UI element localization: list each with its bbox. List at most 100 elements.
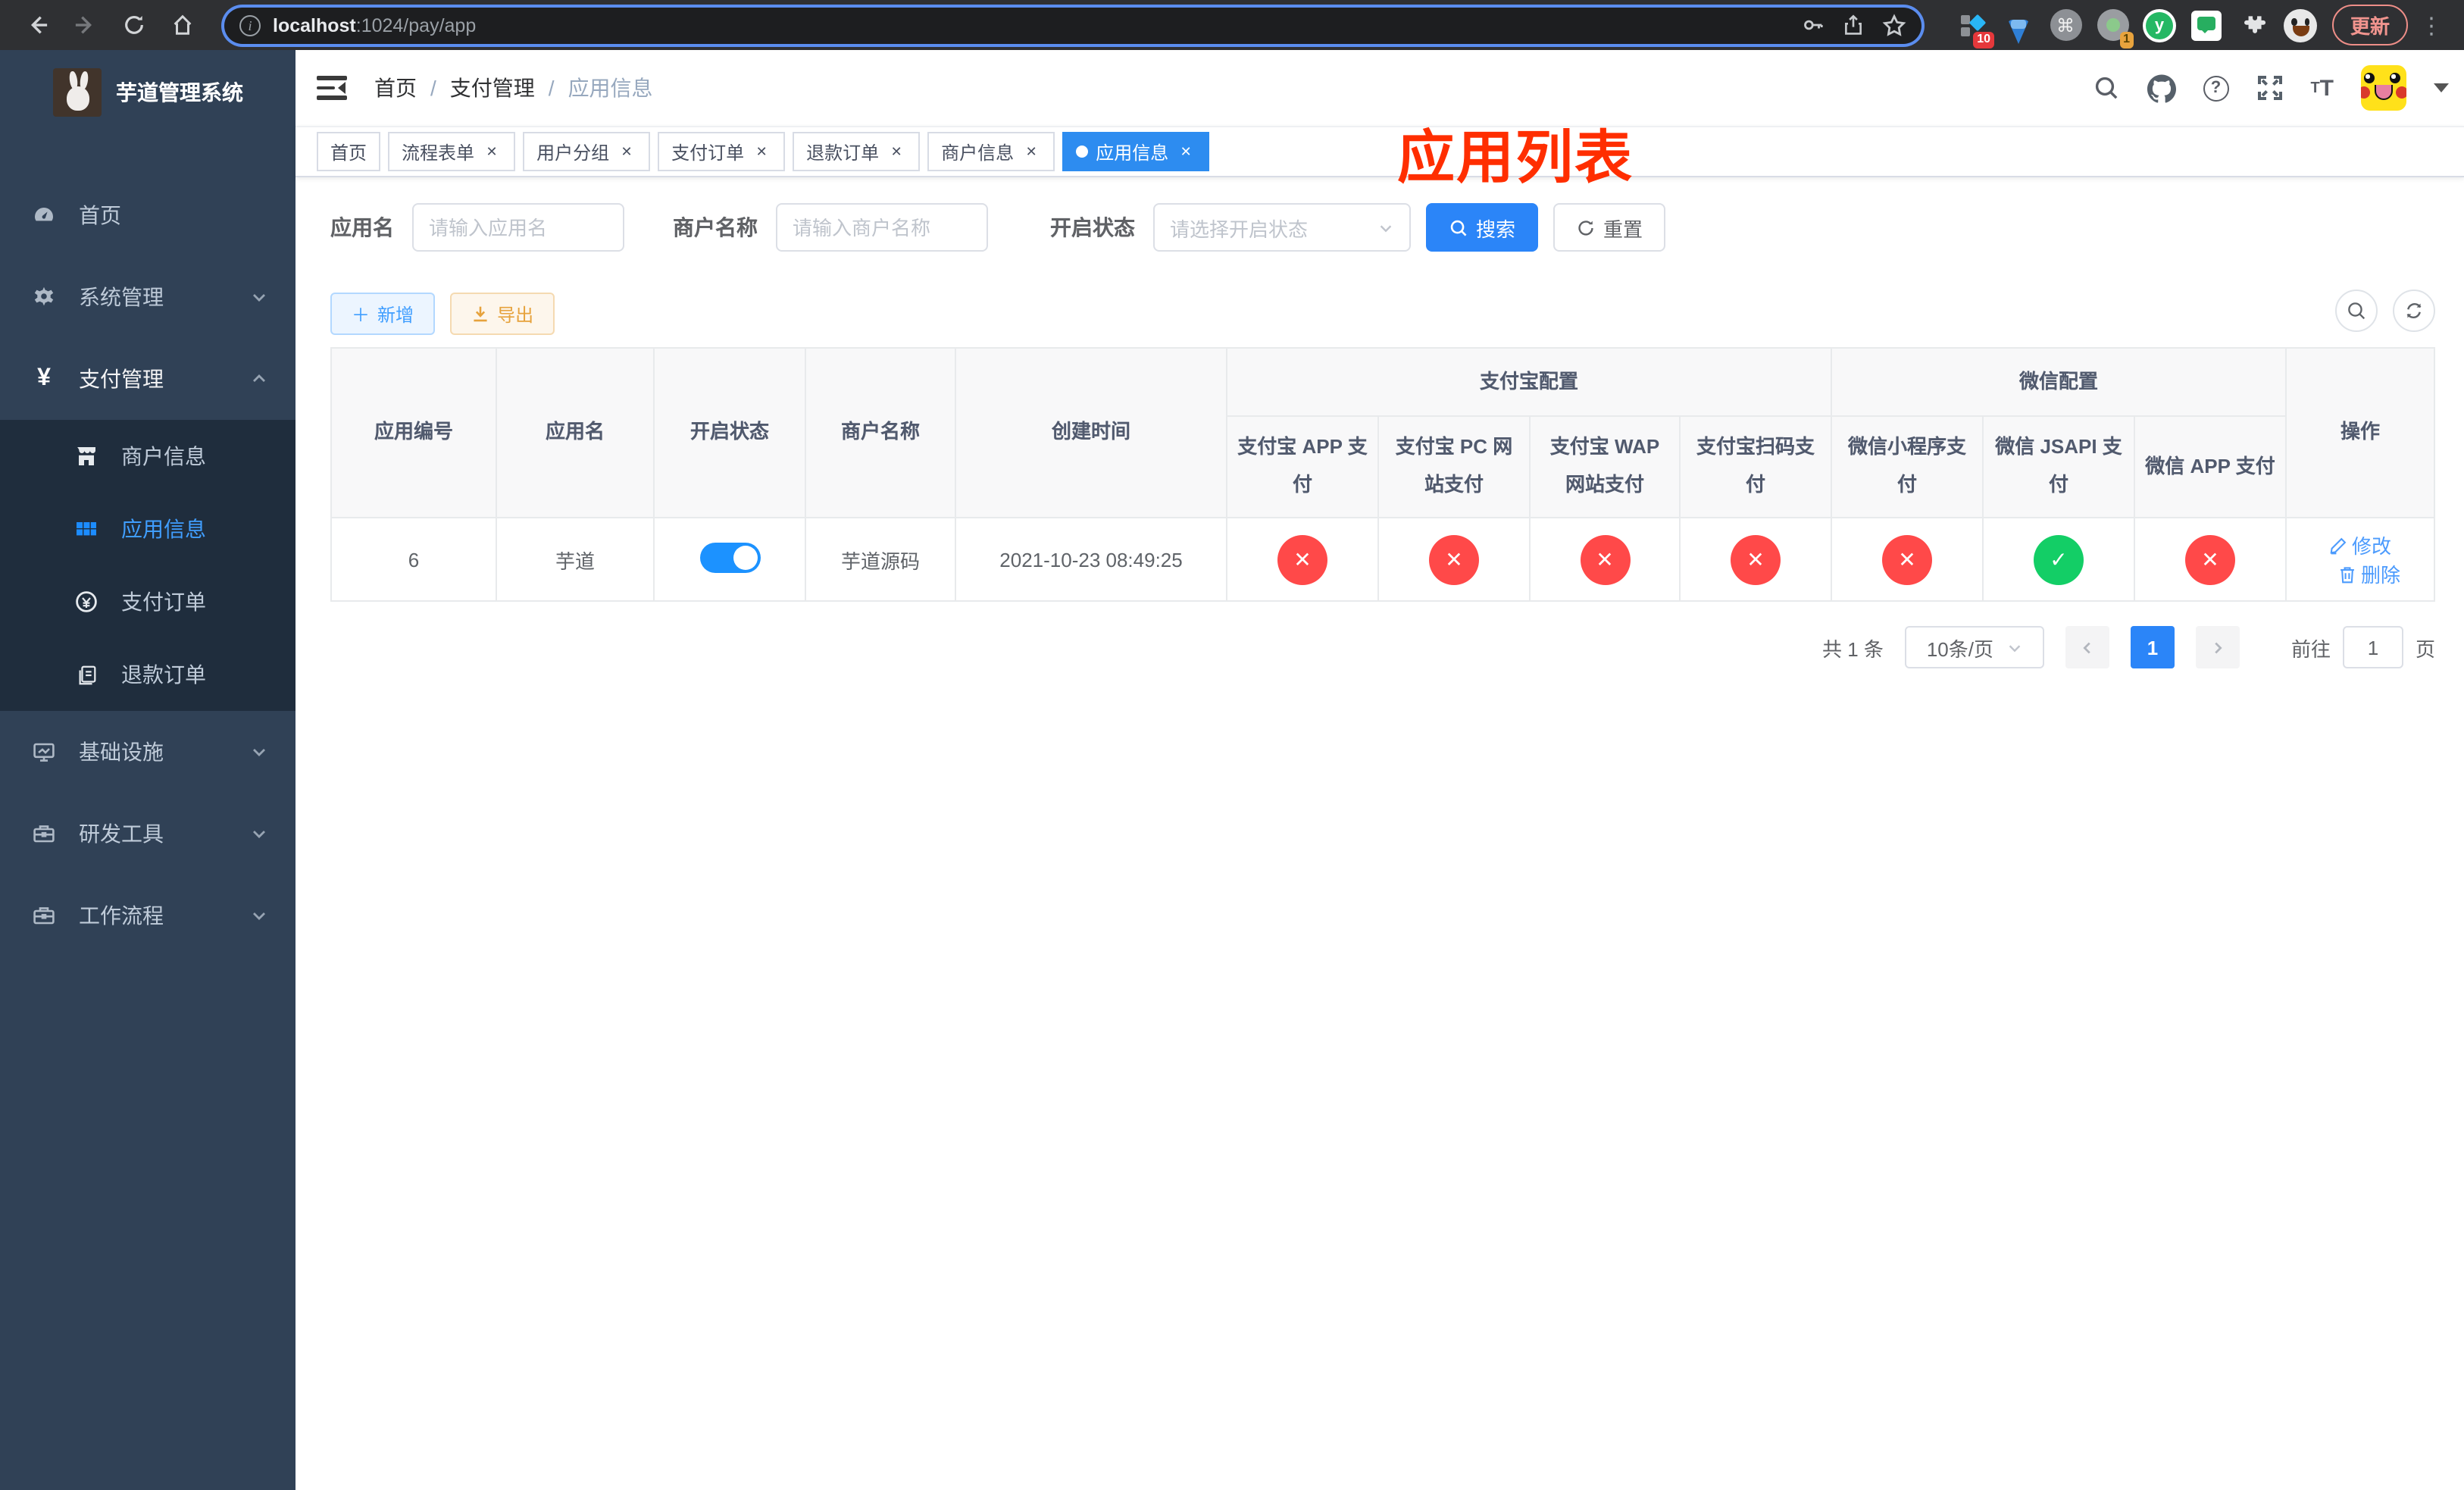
url-bar[interactable]: i localhost:1024/pay/app (224, 7, 1921, 43)
close-icon[interactable]: ✕ (886, 142, 906, 161)
sidebar-item-label: 系统管理 (79, 285, 164, 309)
sidebar-collapse-icon[interactable] (317, 76, 347, 100)
tab-merchant-info[interactable]: 商户信息 ✕ (927, 132, 1055, 171)
close-icon[interactable]: ✕ (617, 142, 636, 161)
forward-icon[interactable] (65, 5, 105, 45)
sidebar-item-home[interactable]: 首页 (0, 174, 295, 256)
chevron-down-icon (250, 825, 268, 843)
extension-chat-icon[interactable] (2190, 8, 2223, 42)
extension-grid-icon[interactable]: 10 (1955, 8, 1994, 48)
chrome-update-button[interactable]: 更新 (2332, 5, 2409, 45)
tab-home[interactable]: 首页 (317, 132, 381, 171)
chevron-up-icon (250, 370, 268, 388)
cell-merchant-name: 芋道源码 (805, 517, 956, 602)
tab-process-form[interactable]: 流程表单 ✕ (388, 132, 516, 171)
extension-badge: 10 (1973, 31, 1994, 48)
goto-label: 前往 (2290, 637, 2331, 660)
grid-icon (73, 517, 100, 541)
search-icon (2348, 302, 2366, 320)
sidebar-item-dev-tools[interactable]: 研发工具 (0, 793, 295, 875)
extension-command-icon[interactable]: ⌘ (2049, 8, 2082, 42)
alipay-qr-status-icon (1731, 534, 1781, 584)
chevron-left-icon (2083, 641, 2090, 653)
extension-recorder-icon[interactable]: 1 (2096, 8, 2134, 48)
sidebar-item-merchant-info[interactable]: 商户信息 (0, 420, 295, 493)
wx-app-status-icon (2185, 534, 2236, 584)
breadcrumb-payment[interactable]: 支付管理 (450, 73, 535, 103)
profile-avatar-icon[interactable] (2284, 8, 2317, 42)
export-button[interactable]: 导出 (450, 293, 555, 335)
next-page-button[interactable] (2195, 626, 2240, 668)
sidebar-item-label: 首页 (79, 203, 121, 227)
delete-button[interactable]: 删除 (2338, 559, 2400, 588)
sidebar-item-workflow[interactable]: 工作流程 (0, 875, 295, 956)
top-navbar: 首页 / 支付管理 / 应用信息 应用列表 ? T T (295, 50, 2464, 191)
sidebar-item-refund-order[interactable]: 退款订单 (0, 638, 295, 711)
edit-button[interactable]: 修改 (2329, 531, 2391, 559)
page-size-select[interactable]: 10条/页 (1904, 626, 2044, 668)
reload-icon[interactable] (114, 5, 153, 45)
font-size-icon[interactable]: TT (2310, 75, 2334, 101)
extension-y-icon[interactable]: y (2143, 8, 2176, 42)
show-search-button[interactable] (2335, 290, 2378, 332)
col-header-created: 创建时间 (955, 347, 1227, 518)
refresh-table-button[interactable] (2393, 290, 2435, 332)
merchant-name-input[interactable] (776, 203, 988, 252)
share-icon[interactable] (1843, 14, 1864, 36)
close-icon[interactable]: ✕ (1176, 142, 1196, 161)
status-toggle[interactable] (699, 542, 760, 572)
user-avatar[interactable] (2361, 65, 2406, 111)
reset-button[interactable]: 重置 (1553, 203, 1666, 252)
sidebar-item-system[interactable]: 系统管理 (0, 256, 295, 338)
prev-page-button[interactable] (2065, 626, 2109, 668)
add-button[interactable]: ＋ 新增 (330, 293, 436, 335)
refresh-icon (1578, 220, 1593, 235)
app-logo[interactable]: 芋道管理系统 (0, 50, 295, 135)
extensions-puzzle-icon[interactable] (2237, 8, 2270, 42)
col-header-id: 应用编号 (330, 347, 497, 518)
extension-badge: 1 (2119, 31, 2134, 48)
home-icon[interactable] (162, 5, 202, 45)
col-header-op: 操作 (2285, 347, 2436, 518)
col-header-alipay-qr: 支付宝扫码支付 (1678, 415, 1833, 518)
close-icon[interactable]: ✕ (752, 142, 771, 161)
goto-page-input[interactable] (2342, 626, 2403, 668)
page-number-current[interactable]: 1 (2130, 626, 2175, 668)
site-info-icon[interactable]: i (239, 14, 261, 36)
tab-pay-order[interactable]: 支付订单 ✕ (658, 132, 786, 171)
fullscreen-icon[interactable] (2256, 74, 2283, 102)
github-icon[interactable] (2147, 74, 2176, 102)
tab-refund-order[interactable]: 退款订单 ✕ (793, 132, 921, 171)
extension-gem-icon[interactable] (2002, 8, 2035, 43)
url-path: :1024/pay/app (355, 14, 477, 36)
page-content: 应用名 商户名称 开启状态 请选择开启状态 搜索 (295, 177, 2464, 1490)
back-icon[interactable] (17, 5, 56, 45)
tags-view: 首页 流程表单 ✕ 用户分组 ✕ 支付订单 ✕ 退款订单 ✕ 商户信息 ✕ 应用信息 ✕ (295, 126, 2464, 177)
tab-user-group[interactable]: 用户分组 ✕ (523, 132, 651, 171)
browser-menu-icon[interactable]: ⋮ (2420, 11, 2443, 39)
bookmark-star-icon[interactable] (1882, 13, 1906, 37)
sidebar-item-pay-order[interactable]: 支付订单 (0, 565, 295, 638)
sidebar-item-payment[interactable]: ¥ 支付管理 (0, 338, 295, 420)
password-key-icon[interactable] (1802, 14, 1825, 36)
col-header-alipay-pc: 支付宝 PC 网站支付 (1377, 415, 1531, 518)
close-icon[interactable]: ✕ (482, 142, 502, 161)
group-header-wechat: 微信配置 (1831, 347, 2287, 417)
sidebar-item-infrastructure[interactable]: 基础设施 (0, 711, 295, 793)
pagination-total: 共 1 条 (1822, 637, 1884, 660)
app-name-input[interactable] (412, 203, 624, 252)
breadcrumb-home[interactable]: 首页 (374, 73, 417, 103)
search-icon[interactable] (2092, 74, 2119, 102)
plus-icon: ＋ (352, 304, 371, 325)
monitor-icon (30, 740, 58, 764)
tab-app-info[interactable]: 应用信息 ✕ (1062, 132, 1210, 171)
sidebar-item-app-info[interactable]: 应用信息 (0, 493, 295, 565)
close-icon[interactable]: ✕ (1021, 142, 1041, 161)
avatar-caret-icon[interactable] (2434, 83, 2449, 100)
chevron-down-icon (250, 288, 268, 306)
table-row: 6 芋道 芋道源码 2021-10-23 08:49:25 ✕ ✕ ✕ ✕ ✕ … (330, 517, 2436, 602)
sidebar-item-label: 应用信息 (121, 517, 206, 541)
search-button[interactable]: 搜索 (1426, 203, 1539, 252)
help-icon[interactable]: ? (2203, 75, 2229, 101)
status-select[interactable]: 请选择开启状态 (1153, 203, 1411, 252)
